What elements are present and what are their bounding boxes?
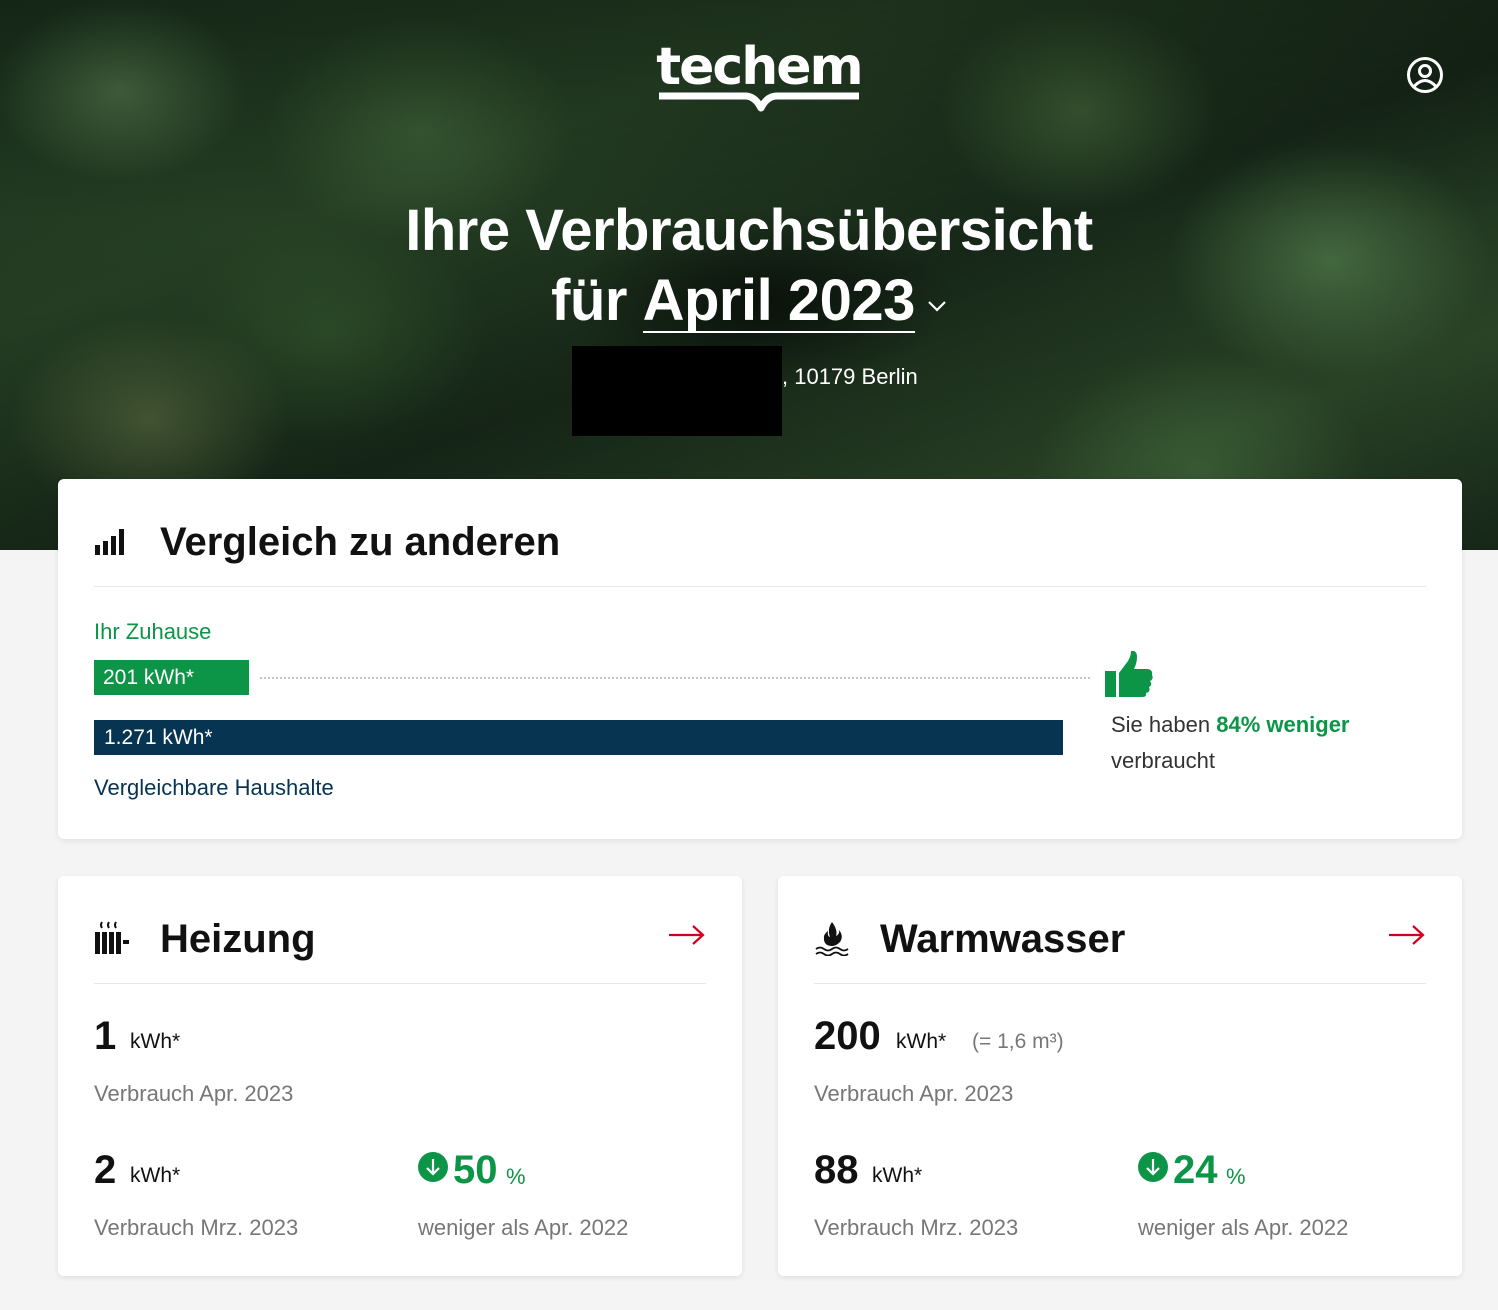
thumbs-up-icon [1104,649,1154,701]
dotted-connector [260,677,1090,679]
heating-card: Heizung 1 kWh* Verbrauch Apr. 2023 2 kWh… [58,876,742,1276]
heating-current-value: 1 [94,1014,117,1058]
result-prefix: Sie haben [1111,712,1211,737]
heating-current-label: Verbrauch Apr. 2023 [94,1081,294,1106]
period-select[interactable]: April 2023 [642,268,916,333]
home-label: Ihr Zuhause [94,619,212,644]
warmwater-arrow-right-icon[interactable] [1388,920,1426,950]
heating-change-value: 50 [453,1148,498,1192]
arrow-down-circle-icon [1138,1152,1168,1182]
water-current-label: Verbrauch Apr. 2023 [814,1081,1014,1106]
heating-change-label: weniger als Apr. 2022 [418,1215,629,1240]
average-bar: 1.271 kWh* [94,720,1063,755]
heating-prev-value: 2 [94,1148,117,1192]
water-change-label: weniger als Apr. 2022 [1138,1215,1349,1240]
water-current-value: 200 [814,1014,881,1058]
average-label: Vergleichbare Haushalte [94,775,334,800]
user-account-icon[interactable] [1406,56,1444,94]
heating-prev-label: Verbrauch Mrz. 2023 [94,1215,299,1240]
comparison-header: Vergleich zu anderen [94,515,1426,587]
page-title: Ihre Verbrauchsübersicht für April 2023 [0,196,1498,340]
logo-text: techem [656,37,863,97]
home-bar: 201 kWh* [94,660,249,695]
address-text: , 10179 Berlin [782,364,918,389]
title-line-1: Ihre Verbrauchsübersicht [405,198,1093,263]
warmwater-title: Warmwasser [880,917,1126,961]
period-label: April 2023 [642,268,916,333]
water-conversion: (= 1,6 m³) [972,1030,1064,1053]
warmwater-card: Warmwasser 200 kWh* (= 1,6 m³) Verbrauch… [778,876,1462,1276]
water-prev-value: 88 [814,1148,859,1192]
arrow-down-circle-icon [418,1152,448,1182]
result-suffix: verbraucht [1111,748,1215,773]
heating-current-unit: kWh* [130,1030,181,1053]
signal-bars-icon [94,523,130,559]
heating-header: Heizung [94,912,706,984]
comparison-result: Sie haben 84% weniger verbraucht [1111,707,1431,779]
water-prev-unit: kWh* [872,1164,923,1187]
warmwater-header: Warmwasser [814,912,1426,984]
heating-arrow-right-icon[interactable] [668,920,706,950]
result-highlight: 84% weniger [1216,712,1350,737]
comparison-card: Vergleich zu anderen Ihr Zuhause 201 kWh… [58,479,1462,839]
title-prefix: für [551,268,627,333]
heating-change-unit: % [506,1164,526,1189]
heating-prev-unit: kWh* [130,1164,181,1187]
water-prev-label: Verbrauch Mrz. 2023 [814,1215,1019,1240]
techem-logo[interactable]: techem [656,37,864,116]
chevron-down-icon[interactable] [927,258,947,328]
radiator-icon [94,920,130,956]
water-current-unit: kWh* [896,1030,947,1053]
water-change-value: 24 [1173,1148,1218,1192]
heating-title: Heizung [160,917,316,961]
flame-water-icon [814,920,850,957]
comparison-title: Vergleich zu anderen [160,520,561,564]
water-change-unit: % [1226,1164,1246,1189]
redacted-street [572,346,782,436]
